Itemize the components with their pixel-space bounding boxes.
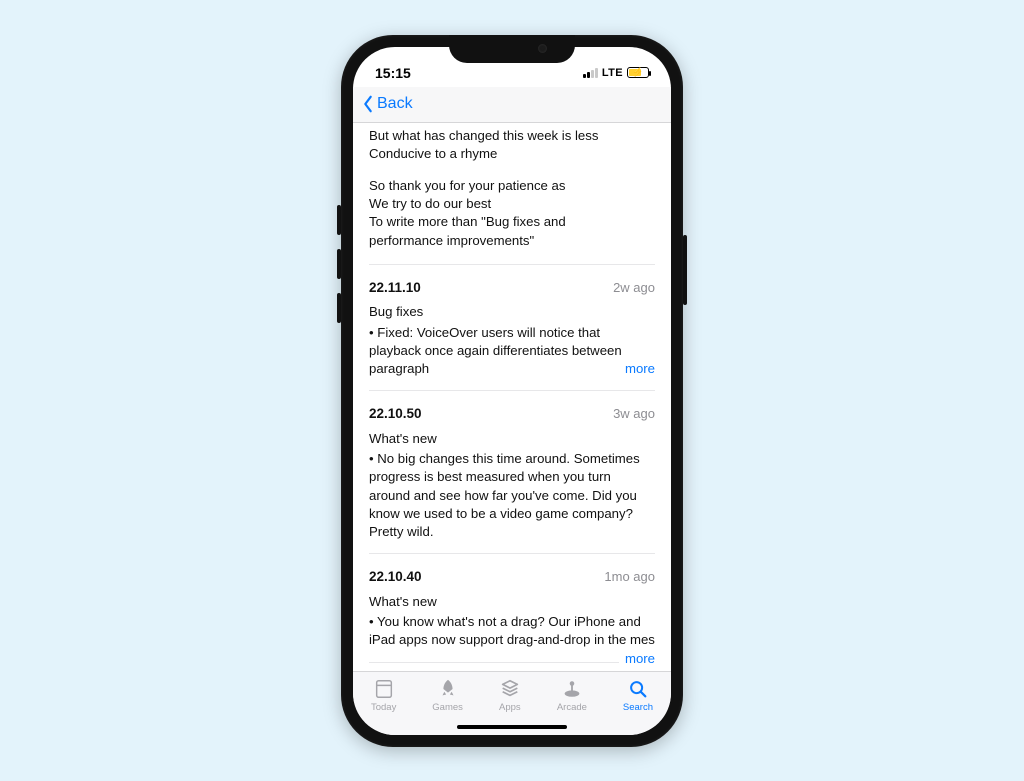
battery-icon: ⚡	[627, 67, 649, 78]
version-entry: 22.10.50 3w ago What's new • No big chan…	[369, 390, 655, 553]
home-indicator[interactable]	[457, 725, 567, 729]
arcade-icon	[561, 678, 583, 700]
tab-arcade[interactable]: Arcade	[557, 678, 587, 713]
tab-today[interactable]: Today	[371, 678, 396, 713]
tab-search[interactable]: Search	[623, 678, 653, 713]
notch	[449, 35, 575, 63]
nav-bar: Back	[353, 87, 671, 123]
version-entry: 22.10.20 1mo ago What's new • If you're …	[369, 662, 655, 671]
entry-body: • You know what's not a drag? Our iPhone…	[369, 613, 655, 649]
entry-title: What's new	[369, 430, 655, 448]
version-number: 22.10.40	[369, 568, 422, 587]
rocket-icon	[437, 678, 459, 700]
more-button[interactable]: more	[619, 360, 655, 378]
entry-body: • Fixed: VoiceOver users will notice tha…	[369, 324, 655, 379]
chevron-left-icon	[361, 95, 375, 113]
version-entry: 22.11.10 2w ago Bug fixes • Fixed: Voice…	[369, 264, 655, 391]
signal-icon	[583, 68, 598, 78]
entry-title: Bug fixes	[369, 303, 655, 321]
status-time: 15:15	[375, 65, 411, 81]
tab-apps[interactable]: Apps	[499, 678, 521, 713]
tab-label: Search	[623, 702, 653, 713]
release-note-fragment: But what has changed this week is less C…	[369, 123, 655, 250]
status-right: LTE ⚡	[583, 67, 649, 79]
screen: 15:15 LTE ⚡ Back But what has changed th…	[353, 47, 671, 735]
search-icon	[627, 678, 649, 700]
version-number: 22.10.50	[369, 405, 422, 424]
tab-games[interactable]: Games	[432, 678, 463, 713]
today-icon	[373, 678, 395, 700]
version-age: 3w ago	[613, 405, 655, 423]
tab-label: Apps	[499, 702, 521, 713]
back-button[interactable]: Back	[361, 95, 413, 113]
phone-frame: 15:15 LTE ⚡ Back But what has changed th…	[341, 35, 683, 747]
carrier-label: LTE	[602, 67, 623, 79]
apps-icon	[499, 678, 521, 700]
version-history-content[interactable]: But what has changed this week is less C…	[353, 123, 671, 671]
version-age: 2w ago	[613, 279, 655, 297]
more-button[interactable]: more	[619, 650, 655, 668]
entry-title: What's new	[369, 593, 655, 611]
entry-body: • No big changes this time around. Somet…	[369, 450, 655, 541]
version-entry: 22.10.40 1mo ago What's new • You know w…	[369, 553, 655, 661]
tab-label: Arcade	[557, 702, 587, 713]
version-age: 1mo ago	[604, 568, 655, 586]
version-number: 22.11.10	[369, 279, 421, 298]
tab-label: Today	[371, 702, 396, 713]
back-label: Back	[377, 95, 413, 113]
tab-bar: Today Games Apps Arcade	[353, 671, 671, 735]
tab-label: Games	[432, 702, 463, 713]
